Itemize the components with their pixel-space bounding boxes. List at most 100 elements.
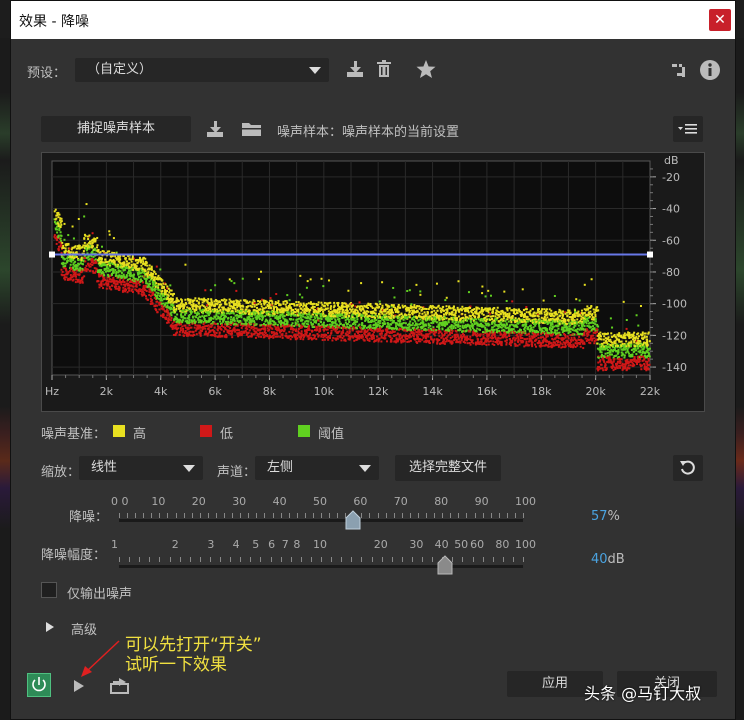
spectrum-point <box>416 310 419 313</box>
x-tick-label: 18k <box>531 385 552 398</box>
spectrum-point <box>425 307 428 310</box>
spectrum-point <box>138 256 141 259</box>
spectrum-point <box>436 321 439 324</box>
spectrum-point <box>89 265 92 268</box>
spectrum-point <box>421 312 424 315</box>
spectrum-point <box>356 320 359 323</box>
spectrum-point <box>372 310 375 313</box>
spectrum-point <box>465 329 468 332</box>
spectrum-point <box>343 323 346 326</box>
info-icon[interactable] <box>699 59 721 81</box>
spectrum-point <box>78 263 81 266</box>
spectrum-point <box>163 286 166 289</box>
spectrum-point <box>76 278 79 281</box>
spectrum-point <box>288 330 291 333</box>
spectrum-point <box>433 338 436 341</box>
spectrum-point <box>217 312 220 315</box>
spectrum-point <box>461 324 464 327</box>
spectrum-point <box>392 319 395 322</box>
spectrum-point <box>241 308 244 311</box>
spectrum-point <box>489 340 492 343</box>
delete-preset-icon[interactable] <box>375 59 393 79</box>
spectrum-point <box>91 250 94 253</box>
spectrum-point <box>269 320 272 323</box>
spectrum-point <box>396 333 399 336</box>
close-window-button[interactable]: ✕ <box>709 9 731 31</box>
noise-profile-graph[interactable]: -20 -40 -60 -80 -100 -120 -140 dB Hz 2k 4k 6k 8k 10k 1… <box>41 152 705 412</box>
capture-noise-print-button[interactable]: 捕捉噪声样本 <box>41 116 191 142</box>
spectrum-point <box>112 237 115 240</box>
spectrum-point <box>321 339 324 342</box>
spectrum-point <box>454 309 457 312</box>
spectrum-point <box>233 282 236 285</box>
spectrum-point <box>142 260 145 263</box>
spectrum-point <box>145 278 148 281</box>
spectrum-point <box>154 285 157 288</box>
spectrum-point <box>356 305 359 308</box>
spectrum-point <box>135 285 138 288</box>
spectrum-point <box>211 303 214 306</box>
spectrum-point <box>456 333 459 336</box>
spectrum-point <box>162 313 165 316</box>
spectrum-point <box>129 275 132 278</box>
spectrum-point <box>420 332 423 335</box>
spectrum-point <box>95 261 98 264</box>
spectrum-point <box>367 310 370 313</box>
spectrum-point <box>497 320 500 323</box>
spectrum-point <box>478 307 481 310</box>
spectrum-point <box>250 320 253 323</box>
spectrum-point <box>373 320 376 323</box>
spectrum-point <box>179 327 182 330</box>
spectrum-point <box>219 327 222 330</box>
spectrum-point <box>303 304 306 307</box>
spectrum-point <box>422 321 425 324</box>
routing-icon[interactable] <box>671 61 689 79</box>
spectrum-point <box>118 279 121 282</box>
spectrum-point <box>101 257 104 260</box>
spectrum-point <box>209 310 212 313</box>
spectrum-point <box>158 308 161 311</box>
spectrum-point <box>384 310 387 313</box>
spectrum-point <box>186 331 189 334</box>
spectrum-point <box>57 249 60 252</box>
spectrum-point <box>443 332 446 335</box>
spectrum-point <box>155 291 158 294</box>
spectrum-point <box>330 318 333 321</box>
preset-dropdown[interactable]: （自定义） <box>75 58 329 82</box>
spectrum-point <box>99 251 102 254</box>
spectrum-point <box>449 333 452 336</box>
spectrum-point <box>445 340 448 343</box>
graph-menu-button[interactable] <box>673 116 703 142</box>
spectrum-point <box>240 330 243 333</box>
spectrum-point <box>426 312 429 315</box>
spectrum-point <box>465 336 468 339</box>
spectrum-point <box>366 339 369 342</box>
spectrum-point <box>216 322 219 325</box>
spectrum-point <box>312 326 315 329</box>
spectrum-point <box>158 295 161 298</box>
spectrum-point <box>184 324 187 327</box>
favorite-star-icon[interactable] <box>415 58 437 80</box>
save-preset-icon[interactable] <box>345 59 365 79</box>
spectrum-point <box>506 309 509 312</box>
spectrum-point <box>291 322 294 325</box>
spectrum-point <box>82 250 85 253</box>
spectrum-point <box>429 324 432 327</box>
save-noise-print-icon[interactable] <box>205 119 225 139</box>
spectrum-point <box>165 318 168 321</box>
spectrum-point <box>361 335 364 338</box>
open-folder-icon[interactable] <box>241 120 263 138</box>
spectrum-point <box>508 334 511 337</box>
spectrum-point <box>351 308 354 311</box>
spectrum-point <box>127 278 130 281</box>
spectrum-point <box>233 319 236 322</box>
spectrum-point <box>295 314 298 317</box>
spectrum-point <box>361 315 364 318</box>
noise-reduction-dialog: 效果 - 降噪 ✕ 预设： （自定义） 捕捉噪声样本 噪声样本：噪声样本的当前设… <box>10 0 736 720</box>
spectrum-point <box>248 325 251 328</box>
x-tick-label: 14k <box>422 385 443 398</box>
spectrum-point <box>125 288 128 291</box>
spectrum-point <box>348 326 351 329</box>
spectrum-point <box>327 338 330 341</box>
spectrum-point <box>393 330 396 333</box>
